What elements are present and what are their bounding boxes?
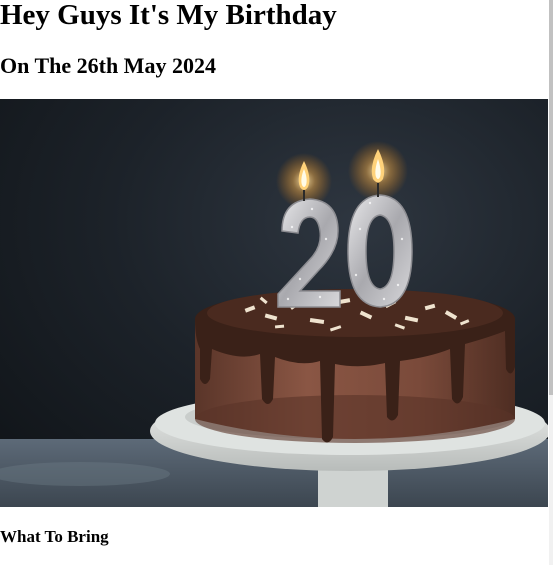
page: Hey Guys It's My Birthday On The 26th Ma…	[0, 0, 553, 565]
page-title: Hey Guys It's My Birthday	[0, 0, 337, 31]
scrollbar-thumb[interactable]	[549, 0, 553, 395]
what-to-bring-heading: What To Bring	[0, 527, 109, 546]
vertical-scrollbar[interactable]	[549, 0, 553, 565]
birthday-cake-image	[0, 99, 548, 507]
event-date-heading: On The 26th May 2024	[0, 53, 216, 78]
